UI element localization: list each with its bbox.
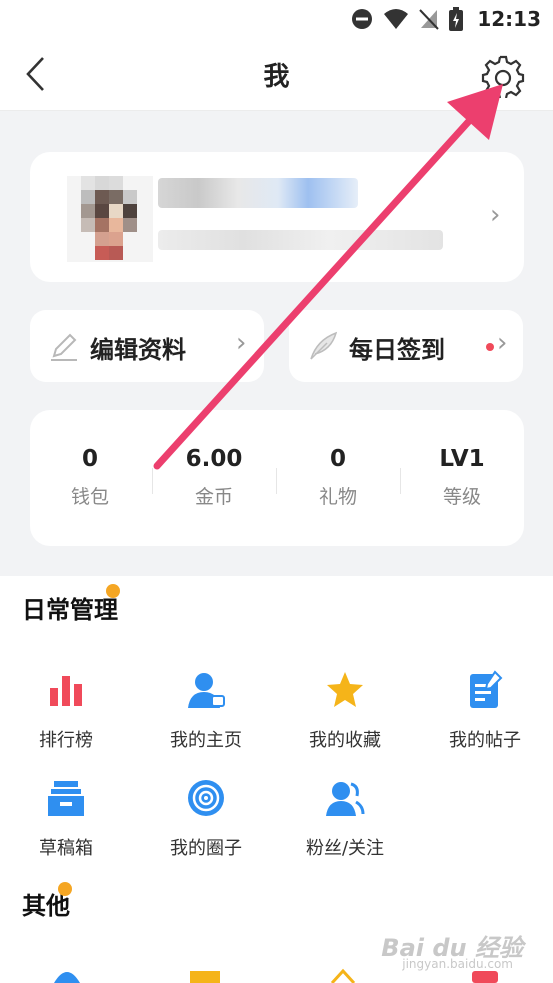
grid-item-label: 粉丝/关注: [305, 838, 385, 859]
username-placeholder: [158, 178, 358, 208]
settings-button[interactable]: [481, 54, 525, 99]
drafts-icon: [48, 781, 84, 816]
daily-checkin-chevron-icon: ›: [497, 328, 508, 358]
watermark-sub: jingyan.baidu.com: [402, 957, 513, 971]
notification-dot: [486, 343, 494, 351]
edit-profile-label: 编辑资料: [90, 336, 186, 364]
stat-gifts[interactable]: 0 礼物: [276, 446, 400, 509]
do-not-disturb-icon: [352, 9, 373, 29]
profile-chevron-icon: ›: [490, 200, 501, 230]
top-navbar: 我: [0, 38, 553, 111]
wifi-icon: [384, 9, 409, 29]
grid-item-label: 我的收藏: [309, 730, 381, 751]
grid-item-label: 草稿箱: [39, 838, 93, 859]
edit-profile-chevron-icon: ›: [236, 328, 247, 358]
posts-icon: [470, 670, 503, 708]
daily-checkin-button[interactable]: 每日签到 ›: [289, 310, 523, 382]
stat-value: 0: [81, 446, 98, 472]
user-info-placeholder: [158, 230, 443, 250]
stat-label: 礼物: [318, 486, 357, 508]
stat-value: LV1: [439, 446, 485, 472]
grid-item-label: 我的帖子: [449, 730, 521, 751]
section-title: 日常管理: [22, 596, 118, 624]
other-item-icon-3: [330, 968, 356, 983]
pencil-icon: [51, 333, 77, 361]
stat-value: 6.00: [185, 446, 243, 472]
stat-wallet[interactable]: 0 钱包: [28, 446, 152, 509]
grid-item-circle[interactable]: 我的圈子: [146, 778, 266, 860]
stat-level[interactable]: LV1 等级: [400, 446, 524, 509]
daily-management-section: 日常管理 排行榜 我的主页 我的收藏 我的帖子 草稿箱 我的圈子 粉丝/关注: [0, 576, 553, 866]
grid-item-drafts[interactable]: 草稿箱: [6, 778, 126, 860]
grid-item-homepage[interactable]: 我的主页: [146, 670, 266, 752]
other-item-icon-2: [190, 971, 220, 983]
edit-profile-button[interactable]: 编辑资料 ›: [30, 310, 264, 382]
star-icon: [327, 672, 363, 707]
grid-item-label: 我的主页: [170, 730, 242, 751]
grid-item-label: 我的圈子: [170, 838, 242, 859]
ranking-icon: [50, 676, 82, 706]
gear-icon: [481, 55, 525, 99]
grid-item-label: 排行榜: [39, 730, 93, 751]
battery-charging-icon: [449, 7, 464, 31]
circle-icon: [188, 780, 224, 816]
stat-label: 金币: [194, 486, 233, 508]
fans-icon: [326, 782, 365, 816]
homepage-icon: [188, 673, 225, 708]
daily-checkin-label: 每日签到: [349, 336, 445, 364]
grid-item-ranking[interactable]: 排行榜: [6, 670, 126, 752]
stat-value: 0: [329, 446, 346, 472]
no-signal-icon: [419, 9, 440, 30]
stat-label: 钱包: [70, 486, 109, 508]
grid-item-favorites[interactable]: 我的收藏: [285, 670, 405, 752]
avatar: [67, 176, 153, 262]
stats-card: 0 钱包 6.00 金币 0 礼物 LV1 等级: [30, 410, 524, 546]
stat-label: 等级: [442, 486, 481, 508]
stat-coins[interactable]: 6.00 金币: [152, 446, 276, 509]
section-badge-dot: [106, 584, 120, 598]
grid-item-posts[interactable]: 我的帖子: [425, 670, 545, 752]
feather-icon: [310, 331, 338, 360]
status-bar: 12:13: [0, 0, 553, 38]
page-title: 我: [263, 62, 290, 92]
section-badge-dot: [58, 882, 72, 896]
grid-item-fans[interactable]: 粉丝/关注: [285, 778, 405, 860]
status-time: 12:13: [477, 7, 541, 31]
profile-card[interactable]: ›: [30, 152, 524, 282]
other-item-icon-1: [54, 972, 80, 983]
